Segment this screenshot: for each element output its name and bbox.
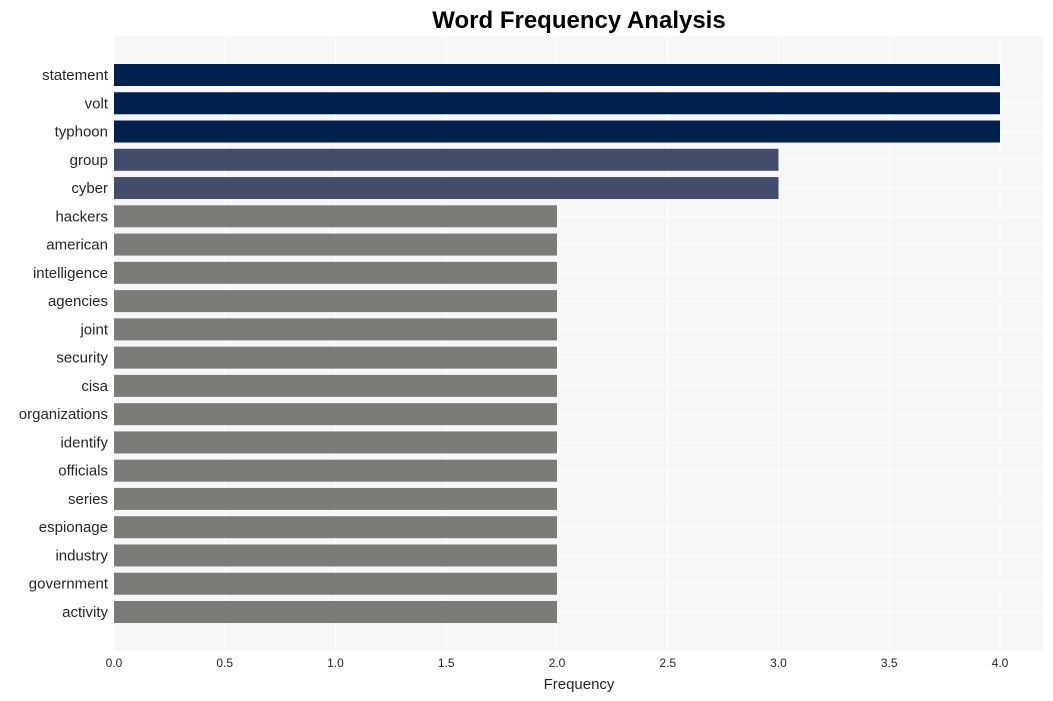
bar-security	[114, 346, 557, 369]
y-tick-label: officials	[58, 463, 108, 480]
x-tick-label: 0.0	[106, 656, 123, 670]
y-tick-label: typhoon	[55, 124, 108, 141]
y-tick-label: series	[68, 491, 108, 508]
bar-industry	[114, 544, 557, 567]
x-tick-label: 1.5	[438, 656, 455, 670]
y-tick-label: security	[56, 350, 108, 367]
bar-typhoon	[114, 120, 1000, 143]
y-tick-label: cyber	[71, 180, 108, 197]
bar-joint	[114, 318, 557, 341]
y-tick-label: american	[46, 237, 108, 254]
y-tick-label: intelligence	[33, 265, 108, 282]
y-tick-label: industry	[55, 547, 108, 564]
bar-statement	[114, 64, 1000, 86]
y-tick-label: activity	[62, 604, 108, 621]
bar-american	[114, 233, 557, 256]
y-tick-label: statement	[42, 67, 109, 84]
bar-intelligence	[114, 261, 557, 284]
y-tick-labels: statement volt typhoon group cyber hackers ame…	[19, 67, 109, 621]
x-tick-label: 4.0	[992, 656, 1009, 670]
x-tick-label: 2.5	[659, 656, 676, 670]
y-tick-label: group	[70, 152, 108, 169]
y-tick-label: identify	[60, 434, 108, 451]
bar-volt	[114, 92, 1000, 115]
x-tick-labels: 0.0 0.5 1.0 1.5 2.0 2.5 3.0 3.5 4.0	[106, 656, 1009, 670]
y-tick-label: hackers	[55, 208, 108, 225]
x-tick-label: 3.5	[881, 656, 898, 670]
bar-identify	[114, 431, 557, 454]
y-tick-label: agencies	[48, 293, 108, 310]
bar-officials	[114, 459, 557, 482]
x-tick-label: 0.5	[216, 656, 233, 670]
bar-series	[114, 487, 557, 510]
bar-government	[114, 572, 557, 595]
y-tick-label: volt	[85, 95, 109, 112]
bar-cisa	[114, 374, 557, 397]
bar-hackers	[114, 205, 557, 228]
y-tick-label: cisa	[81, 378, 108, 395]
x-tick-label: 1.0	[327, 656, 344, 670]
bar-activity	[114, 601, 557, 623]
bar-organizations	[114, 403, 557, 426]
chart-title: Word Frequency Analysis	[432, 7, 725, 34]
word-frequency-chart: statement volt typhoon group cyber hackers ame…	[19, 7, 1043, 693]
y-tick-label: espionage	[39, 519, 108, 536]
y-tick-label: organizations	[19, 406, 108, 423]
y-tick-label: government	[29, 576, 109, 593]
bar-agencies	[114, 290, 557, 313]
bar-espionage	[114, 516, 557, 539]
y-tick-label: joint	[79, 321, 108, 338]
bar-group	[114, 148, 779, 171]
x-tick-label: 3.0	[770, 656, 787, 670]
bar-cyber	[114, 177, 779, 200]
x-tick-label: 2.0	[549, 656, 566, 670]
x-axis-label: Frequency	[544, 676, 615, 693]
